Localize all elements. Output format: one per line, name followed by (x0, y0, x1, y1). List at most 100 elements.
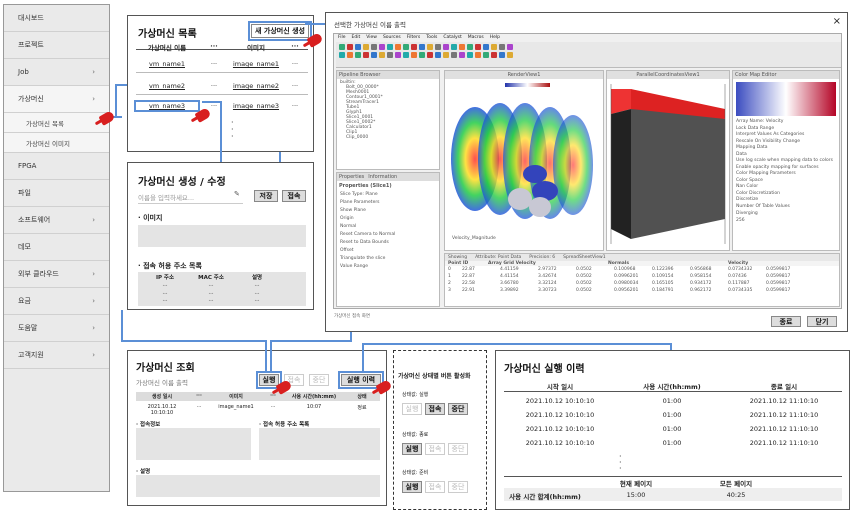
colormap-gradient[interactable] (736, 82, 836, 116)
property-item[interactable]: Reset to Data Bounds (340, 239, 436, 247)
dismiss-button[interactable]: 닫기 (807, 316, 837, 327)
history-button[interactable]: 실행 이력 (338, 371, 384, 389)
sidebar-item[interactable]: 프로젝트 (4, 32, 109, 59)
toolbar-icon[interactable] (467, 52, 473, 58)
property-item[interactable]: Origin (340, 215, 436, 223)
toolbar-icon[interactable] (395, 44, 401, 50)
property-item[interactable]: Normal (340, 223, 436, 231)
toolbar-icon[interactable] (507, 52, 513, 58)
toolbar-icon[interactable] (387, 52, 393, 58)
toolbar-icon[interactable] (443, 52, 449, 58)
toolbar-icon[interactable] (491, 52, 497, 58)
state-stop-button[interactable]: 중단 (448, 443, 468, 455)
toolbar-icon[interactable] (339, 52, 345, 58)
toolbar-icon[interactable] (403, 52, 409, 58)
property-item[interactable]: Show Plane (340, 207, 436, 215)
toolbar-icon[interactable] (427, 44, 433, 50)
toolbar-icon[interactable] (363, 52, 369, 58)
toolbar-icon[interactable] (355, 52, 361, 58)
toolbar-icon[interactable] (451, 52, 457, 58)
toolbar-icon[interactable] (483, 44, 489, 50)
toolbar-icon[interactable] (451, 44, 457, 50)
toolbar-icon[interactable] (419, 52, 425, 58)
toolbar-icon[interactable] (403, 44, 409, 50)
toolbar-icon[interactable] (475, 52, 481, 58)
color-space-select[interactable]: Diverging (733, 210, 839, 217)
toolbar-icon[interactable] (443, 44, 449, 50)
toolbar-icon[interactable] (371, 52, 377, 58)
menu-item[interactable]: File (338, 35, 346, 40)
toolbar-icon[interactable] (347, 44, 353, 50)
toolbar-icon[interactable] (379, 44, 385, 50)
state-connect-button[interactable]: 접속 (425, 403, 445, 415)
toolbar-icon[interactable] (459, 52, 465, 58)
sidebar-item[interactable]: 외부 클라우드 › (4, 261, 109, 288)
menu-item[interactable]: Edit (352, 35, 361, 40)
new-vm-button[interactable]: 새 가상머신 생성 (248, 21, 312, 41)
toolbar-icon[interactable] (475, 44, 481, 50)
parallel-coords-view[interactable]: ParallelCoordinatesView1 (606, 70, 730, 251)
sidebar-item[interactable]: 고객지원 › (4, 342, 109, 369)
remote-desktop-screen[interactable]: File Edit View Sources Filters Tools Catalyst M… (333, 33, 842, 309)
toolbar-icon[interactable] (499, 44, 505, 50)
toolbar-icon[interactable] (435, 44, 441, 50)
render-view[interactable]: RenderView1 (444, 70, 604, 251)
table-row[interactable]: vm_name2 ··· image_name2 ··· (136, 82, 308, 90)
stop-button[interactable]: 중단 (309, 374, 329, 386)
end-button[interactable]: 종료 (771, 316, 801, 327)
menu-item[interactable]: View (366, 35, 377, 40)
toolbar-icon[interactable] (419, 44, 425, 50)
table-row[interactable]: vm_name3 ··· image_name3 ··· (134, 100, 308, 112)
toolbar-icon[interactable] (395, 52, 401, 58)
vm-name-link-selected[interactable]: vm_name3 (134, 100, 200, 112)
toolbar-icon[interactable] (491, 44, 497, 50)
state-connect-button[interactable]: 접속 (425, 481, 445, 493)
toolbar-icon[interactable] (459, 44, 465, 50)
sidebar-item[interactable]: 데모 (4, 234, 109, 261)
property-item[interactable]: Reset Camera to Normal (340, 231, 436, 239)
sidebar-item[interactable]: Job › (4, 59, 109, 86)
menu-item[interactable]: Tools (426, 35, 437, 40)
sidebar-item[interactable]: FPGA (4, 153, 109, 180)
run-button[interactable]: 실행 (256, 371, 282, 389)
sidebar-item[interactable]: 소프트웨어 › (4, 207, 109, 234)
toolbar-icon[interactable] (467, 44, 473, 50)
menu-item[interactable]: Help (490, 35, 500, 40)
menu-item[interactable]: Sources (383, 35, 401, 40)
sidebar-item[interactable]: 파일 (4, 180, 109, 207)
state-run-button[interactable]: 실행 (402, 481, 422, 493)
vm-name-link[interactable]: vm_name2 (136, 82, 198, 90)
toolbar-icon[interactable] (355, 44, 361, 50)
save-button[interactable]: 저장 (254, 190, 278, 202)
toolbar-icon[interactable] (411, 44, 417, 50)
state-run-button[interactable]: 실행 (402, 443, 422, 455)
table-row[interactable]: vm_name1 ··· image_name1 ··· (136, 60, 308, 68)
connect-button[interactable]: 접속 (282, 190, 306, 202)
menu-item[interactable]: Macros (468, 35, 484, 40)
sidebar-item[interactable]: 대시보드 (4, 5, 109, 32)
property-item[interactable]: Triangulate the slice (340, 255, 436, 263)
sidebar-item[interactable]: 도움말 › (4, 315, 109, 342)
property-item[interactable]: Value Range (340, 263, 436, 271)
toolbar-icon[interactable] (499, 52, 505, 58)
sidebar-item[interactable]: 요금 › (4, 288, 109, 315)
menu-item[interactable]: Filters (407, 35, 421, 40)
tab-properties[interactable]: Properties (339, 174, 364, 180)
toolbar-icon[interactable] (435, 52, 441, 58)
tab-information[interactable]: Information (368, 174, 397, 180)
toolbar-icon[interactable] (339, 44, 345, 50)
toolbar-icon[interactable] (371, 44, 377, 50)
vm-name-link[interactable]: vm_name1 (136, 60, 198, 68)
state-connect-button[interactable]: 접속 (425, 443, 445, 455)
sidebar-item[interactable]: 가상머신 › (4, 86, 109, 113)
menu-item[interactable]: Catalyst (443, 35, 461, 40)
colormap-option[interactable]: Use log scale when mapping data to color… (736, 158, 836, 165)
toolbar-icon[interactable] (347, 52, 353, 58)
toolbar-icon[interactable] (483, 52, 489, 58)
toolbar-icon[interactable] (379, 52, 385, 58)
table-values-input[interactable]: 256 (733, 217, 839, 224)
sidebar-subitem[interactable]: 가상머신 이미지 (4, 133, 109, 153)
property-item[interactable]: Slice Type: Plane (340, 191, 436, 199)
pipeline-item[interactable]: Clip_0000 (340, 135, 436, 140)
state-stop-button[interactable]: 중단 (448, 481, 468, 493)
